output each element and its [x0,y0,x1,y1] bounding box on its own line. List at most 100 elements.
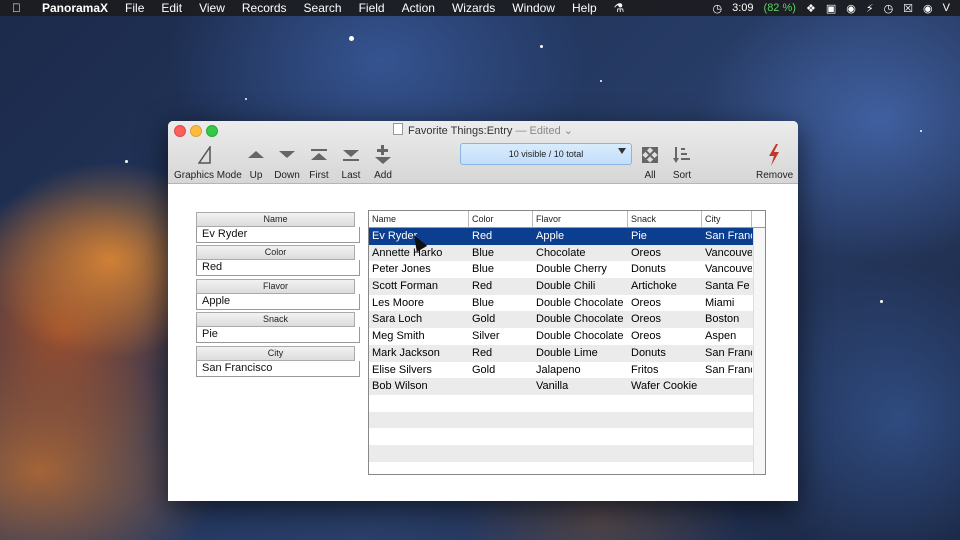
remove-button[interactable]: Remove [756,143,793,181]
table-cell-snack[interactable]: Donuts [628,345,702,362]
table-cell-snack[interactable]: Oreos [628,328,702,345]
table-row[interactable]: Annette Harko Blue Chocolate Oreos Vancouve [369,244,765,262]
table-cell-color[interactable] [469,428,533,445]
d-icon[interactable]: ◉ [846,2,856,15]
table-cell-name[interactable] [369,445,469,462]
table-row[interactable]: Mark Jackson Red Double Lime Donuts San Fran… [369,344,765,362]
down-button[interactable]: Down [274,143,300,181]
name-field[interactable]: Ev Ryder [196,227,360,243]
table-row[interactable]: Bob Wilson Vanilla Wafer Cookie [369,378,765,395]
box-icon[interactable]: ▣ [826,2,836,15]
column-header-color[interactable]: Color [469,211,533,227]
table-cell-color[interactable] [469,412,533,429]
table-row[interactable]: Elise Silvers Gold Jalapeno Fritos San Franc [369,362,765,379]
table-cell-name[interactable] [369,395,469,412]
table-cell-snack[interactable] [628,395,702,412]
table-cell-city[interactable]: San Franc [702,362,752,379]
sort-button[interactable]: Sort [668,143,696,181]
table-cell-city[interactable] [702,412,752,429]
table-cell-name[interactable]: Peter Jones [369,261,469,278]
table-row[interactable]: Scott Forman Red Double Chili Artichoke Sant… [369,278,765,295]
table-cell-snack[interactable]: Wafer Cookie [628,378,702,395]
apple-icon[interactable]:  [12,1,26,15]
table-cell-city[interactable] [702,428,752,445]
color-field[interactable]: Red [196,260,360,276]
script-icon[interactable]: ⚗ [614,1,625,15]
v-icon[interactable]: V [943,2,950,14]
table-cell-snack[interactable] [628,445,702,462]
table-row[interactable] [369,428,765,445]
all-button[interactable]: All [638,143,662,181]
table-cell-color[interactable] [469,395,533,412]
table-cell-flavor[interactable]: Double Cherry [533,261,628,278]
column-header-snack[interactable]: Snack [628,211,702,227]
table-row[interactable] [369,444,765,462]
table-cell-snack[interactable]: Donuts [628,261,702,278]
menu-view[interactable]: View [199,1,225,15]
column-header-name[interactable]: Name [369,211,469,227]
battery-percent[interactable]: (82 %) [764,2,796,14]
table-cell-name[interactable]: Les Moore [369,295,469,312]
menu-app[interactable]: PanoramaX [42,1,108,15]
table-row[interactable]: Les Moore Blue Double Chocolate Oreos Miami [369,295,765,312]
table-cell-color[interactable]: Red [469,228,533,245]
table-cell-name[interactable] [369,428,469,445]
table-cell-flavor[interactable]: Apple [533,228,628,245]
table-row[interactable]: Peter Jones Blue Double Cherry Donuts Vancou… [369,261,765,278]
table-cell-city[interactable] [702,378,752,395]
table-row[interactable]: Sara Loch Gold Double Chocolate Oreos Boston [369,311,765,329]
table-cell-name[interactable]: Bob Wilson [369,378,469,395]
city-field[interactable]: San Francisco [196,361,360,377]
lightning-icon[interactable]: ⚡ [866,2,874,15]
table-cell-flavor[interactable]: Vanilla [533,378,628,395]
menu-action[interactable]: Action [402,1,435,15]
table-cell-snack[interactable]: Artichoke [628,278,702,295]
close-box-icon[interactable]: ☒ [903,2,913,15]
table-cell-name[interactable]: Mark Jackson [369,345,469,362]
table-cell-city[interactable]: Boston [702,311,752,328]
table-cell-color[interactable]: Gold [469,311,533,328]
edited-status[interactable]: — Edited ⌄ [515,125,573,137]
first-button[interactable]: First [307,143,331,181]
table-cell-snack[interactable]: Fritos [628,362,702,379]
column-header-flavor[interactable]: Flavor [533,211,628,227]
table-cell-flavor[interactable]: Double Chocolate [533,311,628,328]
menu-search[interactable]: Search [304,1,342,15]
table-cell-city[interactable]: Santa Fe [702,278,752,295]
table-cell-city[interactable]: Vancouve [702,261,752,278]
table-cell-name[interactable] [369,412,469,429]
dropbox-icon[interactable]: ❖ [806,2,816,15]
table-cell-flavor[interactable]: Jalapeno [533,362,628,379]
visible-records-popup[interactable]: 10 visible / 10 total [460,143,632,165]
table-cell-color[interactable]: Gold [469,362,533,379]
table-cell-color[interactable] [469,445,533,462]
table-cell-name[interactable]: Elise Silvers [369,362,469,379]
menu-help[interactable]: Help [572,1,597,15]
menu-field[interactable]: Field [359,1,385,15]
table-scrollbar[interactable] [753,228,765,474]
table-cell-city[interactable]: San Franc [702,228,752,245]
table-cell-flavor[interactable] [533,395,628,412]
menu-records[interactable]: Records [242,1,287,15]
table-cell-color[interactable]: Blue [469,261,533,278]
table-row[interactable] [369,411,765,429]
table-cell-city[interactable]: San Franc [702,345,752,362]
table-cell-name[interactable]: Sara Loch [369,311,469,328]
up-button[interactable]: Up [244,143,268,181]
clock[interactable]: 3:09 [732,2,753,14]
table-cell-color[interactable] [469,378,533,395]
toggle-icon[interactable]: ◷ [884,2,894,15]
table-cell-snack[interactable] [628,412,702,429]
table-cell-flavor[interactable] [533,445,628,462]
time-machine-icon[interactable]: ◷ [713,2,723,15]
records-table[interactable]: Name Color Flavor Snack City Ev Ryder Red… [368,210,766,475]
table-cell-city[interactable]: Aspen [702,328,752,345]
table-row[interactable]: Meg Smith Silver Double Chocolate Oreos Aspe… [369,328,765,345]
snack-field[interactable]: Pie [196,327,360,343]
badge-icon[interactable]: ◉ [923,2,933,15]
table-cell-flavor[interactable]: Double Chocolate [533,295,628,312]
table-row[interactable]: Ev Ryder Red Apple Pie San Franc [369,228,765,245]
menu-edit[interactable]: Edit [161,1,182,15]
table-cell-city[interactable]: Vancouve [702,245,752,262]
table-cell-flavor[interactable]: Chocolate [533,245,628,262]
